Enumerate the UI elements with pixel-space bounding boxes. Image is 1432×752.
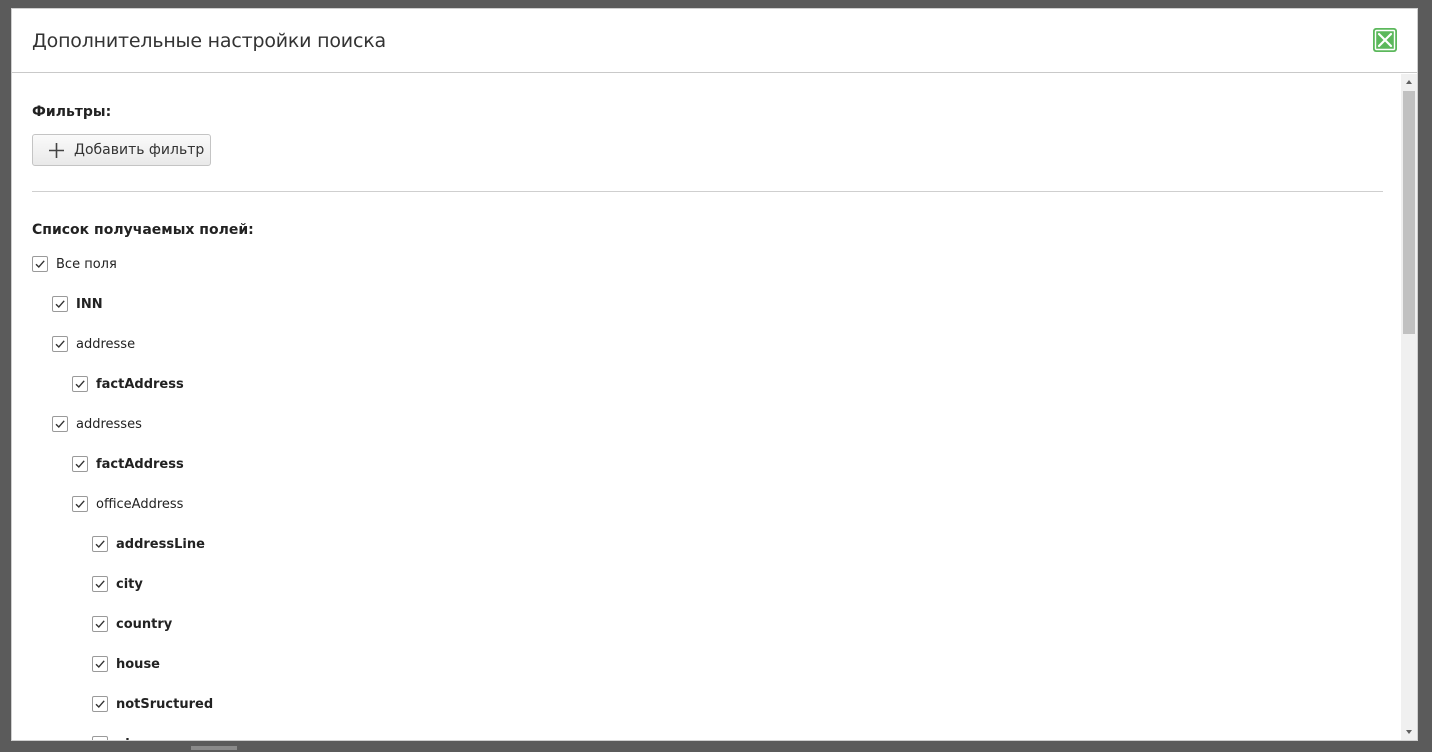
checkmark-icon: [75, 500, 85, 509]
fields-heading: Список получаемых полей:: [32, 222, 254, 238]
checkmark-icon: [75, 380, 85, 389]
field-label: notSructured: [116, 696, 214, 712]
field-tree-item[interactable]: place: [92, 734, 155, 740]
field-label: addressLine: [116, 536, 205, 552]
field-tree-item[interactable]: Все поля: [32, 254, 117, 274]
field-label: officeAddress: [96, 496, 184, 512]
field-checkbox[interactable]: [92, 656, 108, 672]
field-tree-item[interactable]: INN: [52, 294, 103, 314]
field-checkbox[interactable]: [92, 696, 108, 712]
field-label: addresse: [76, 336, 136, 352]
field-tree-item[interactable]: factAddress: [72, 454, 184, 474]
field-tree-item[interactable]: city: [92, 574, 143, 594]
field-checkbox[interactable]: [92, 616, 108, 632]
field-tree-item[interactable]: officeAddress: [72, 494, 183, 514]
scroll-up-arrow-icon[interactable]: [1401, 74, 1417, 90]
checkmark-icon: [95, 540, 105, 549]
field-checkbox[interactable]: [52, 296, 68, 312]
field-label: city: [116, 576, 143, 592]
checkmark-icon: [94, 738, 106, 740]
field-tree-item[interactable]: addresses: [52, 414, 142, 434]
taskbar-fragment: [191, 746, 237, 750]
add-filter-button[interactable]: Добавить фильтр: [32, 134, 211, 166]
field-checkbox[interactable]: [52, 416, 68, 432]
field-tree-item[interactable]: factAddress: [72, 374, 184, 394]
field-label: addresses: [76, 416, 142, 432]
field-checkbox[interactable]: [52, 336, 68, 352]
field-tree-item[interactable]: country: [92, 614, 172, 634]
scroll-thumb[interactable]: [1403, 91, 1415, 334]
checkmark-icon: [35, 260, 45, 269]
vertical-scrollbar[interactable]: [1401, 74, 1417, 740]
field-checkbox[interactable]: [92, 576, 108, 592]
checkmark-icon: [55, 340, 65, 349]
field-label: INN: [76, 296, 103, 312]
field-tree-item[interactable]: addresse: [52, 334, 135, 354]
add-filter-label: Добавить фильтр: [74, 142, 205, 158]
checkmark-icon: [55, 300, 65, 309]
filters-heading: Фильтры:: [32, 104, 112, 120]
field-checkbox[interactable]: [72, 456, 88, 472]
checkmark-icon: [55, 420, 65, 429]
field-checkbox[interactable]: [92, 736, 108, 740]
section-divider: [32, 191, 1383, 192]
close-button[interactable]: [1373, 28, 1397, 52]
checkmark-icon: [95, 620, 105, 629]
field-label: factAddress: [96, 376, 184, 392]
field-tree-item[interactable]: house: [92, 654, 160, 674]
scroll-down-arrow-icon[interactable]: [1401, 724, 1417, 740]
field-label: place: [116, 737, 155, 741]
field-label: country: [116, 616, 173, 632]
field-checkbox[interactable]: [72, 376, 88, 392]
checkmark-icon: [75, 460, 85, 469]
field-checkbox[interactable]: [72, 496, 88, 512]
field-label: factAddress: [96, 456, 184, 472]
field-checkbox[interactable]: [92, 536, 108, 552]
dialog-body: Фильтры: Добавить фильтр Список получаем…: [12, 74, 1403, 740]
close-x-icon: [1374, 29, 1396, 51]
dialog-header: Дополнительные настройки поиска: [12, 9, 1417, 73]
dialog-title: Дополнительные настройки поиска: [32, 30, 386, 52]
plus-icon: [49, 143, 64, 158]
checkmark-icon: [95, 580, 105, 589]
field-label: house: [116, 656, 160, 672]
field-checkbox[interactable]: [32, 256, 48, 272]
field-tree-item[interactable]: notSructured: [92, 694, 213, 714]
search-settings-dialog: Дополнительные настройки поиска Фильтры:…: [11, 8, 1418, 741]
field-label: Все поля: [56, 256, 117, 272]
checkmark-icon: [95, 700, 105, 709]
field-tree-item[interactable]: addressLine: [92, 534, 205, 554]
checkmark-icon: [95, 660, 105, 669]
